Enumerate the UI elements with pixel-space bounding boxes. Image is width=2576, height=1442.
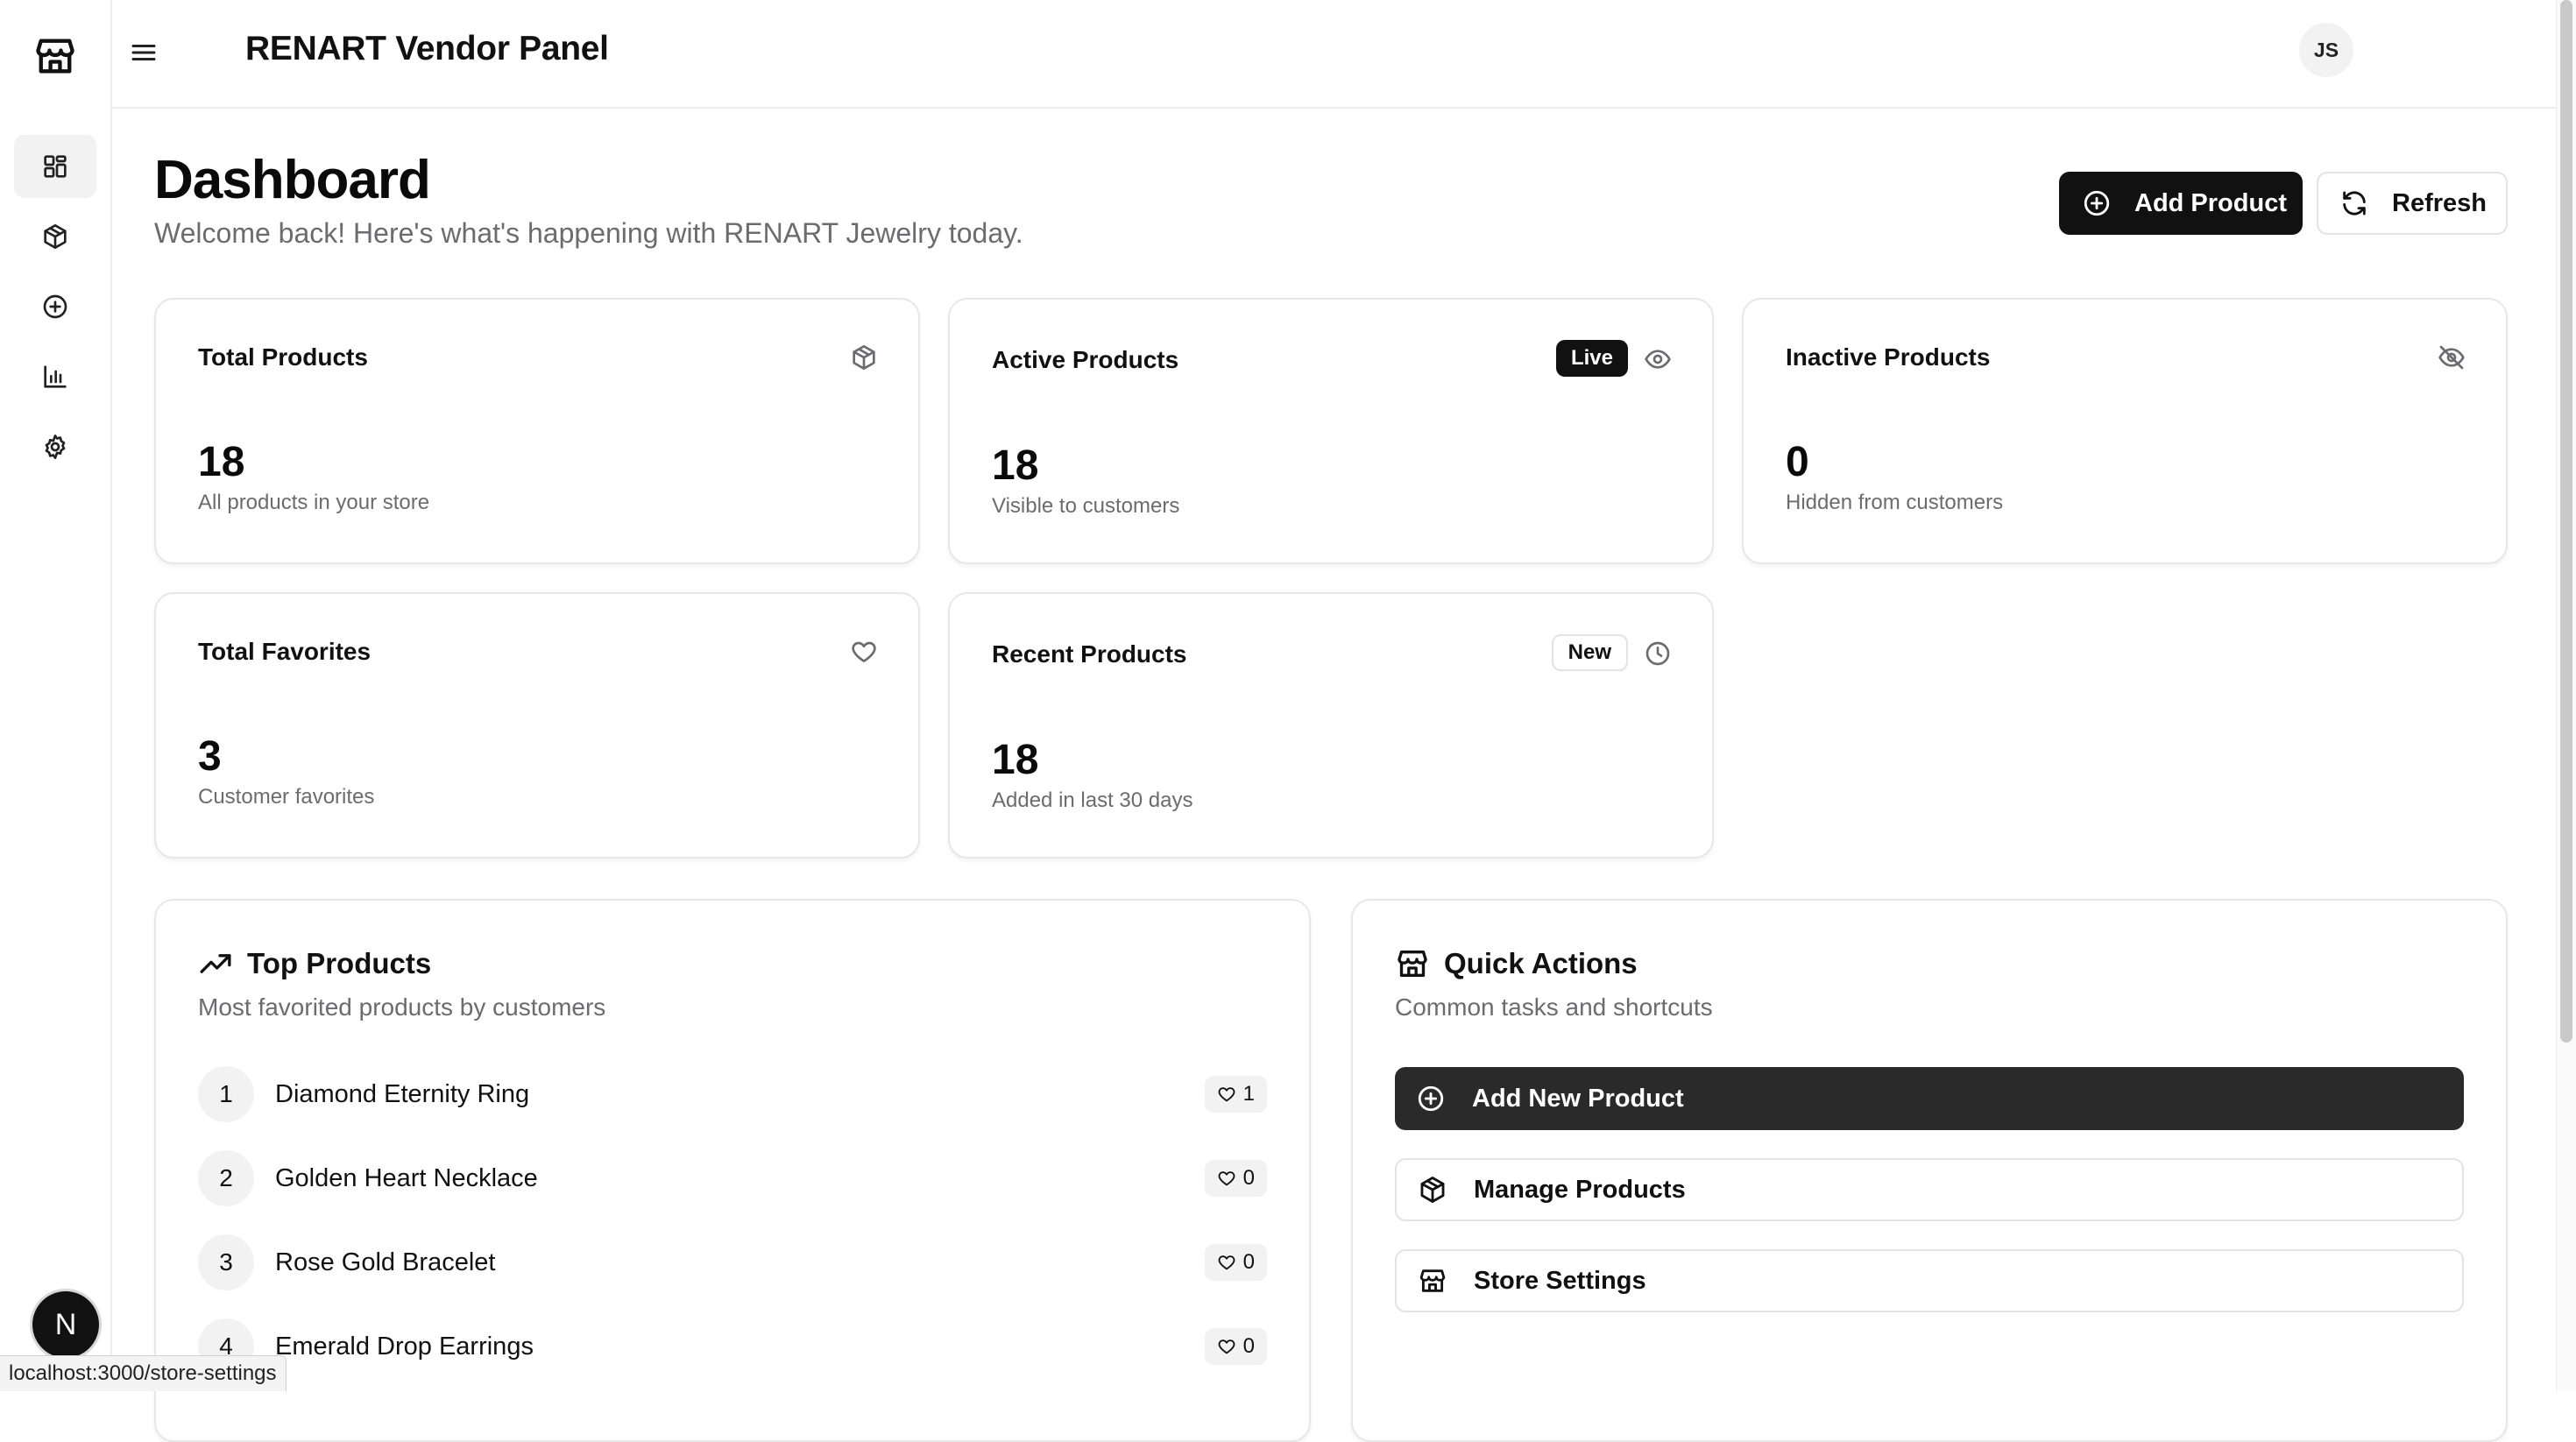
heart-icon [850, 638, 878, 666]
quick-actions-panel: Quick Actions Common tasks and shortcuts… [1351, 899, 2508, 1442]
store-settings-label: Store Settings [1474, 1266, 1646, 1295]
stat-card-inactive-products: Inactive Products 0 Hidden from customer… [1742, 298, 2508, 564]
refresh-label: Refresh [2392, 188, 2487, 217]
heart-icon [1218, 1255, 1235, 1270]
stat-description: Hidden from customers [1786, 491, 2004, 514]
favorites-count-badge: 0 [1204, 1328, 1267, 1365]
stat-value: 18 [992, 737, 1039, 783]
quick-actions-subtitle: Common tasks and shortcuts [1395, 993, 1713, 1021]
top-products-subtitle: Most favorited products by customers [198, 993, 606, 1021]
plus-circle-icon [43, 294, 67, 319]
heart-icon [1218, 1340, 1235, 1354]
stat-card-total-favorites: Total Favorites 3 Customer favorites [154, 592, 920, 859]
favorites-count-badge: 0 [1204, 1244, 1267, 1281]
clock-icon [1644, 640, 1672, 668]
product-name: Golden Heart Necklace [275, 1163, 538, 1192]
stat-value: 0 [1786, 439, 1809, 485]
stat-card-active-products: Active Products Live 18 Visible to custo… [948, 298, 1714, 564]
rank-badge: 3 [198, 1234, 254, 1290]
favorites-count-badge: 0 [1204, 1160, 1267, 1197]
product-name: Emerald Drop Earrings [275, 1332, 534, 1361]
sidebar: N [0, 0, 112, 1391]
sidebar-item-dashboard[interactable] [14, 135, 96, 198]
package-icon [44, 223, 67, 249]
user-avatar[interactable]: JS [2299, 23, 2353, 77]
stat-description: Added in last 30 days [992, 788, 1193, 812]
link-status-url: localhost:3000/store-settings [0, 1355, 287, 1391]
refresh-button[interactable]: Refresh [2317, 172, 2508, 235]
stat-title: Active Products [992, 346, 1179, 373]
list-item[interactable]: 2 Golden Heart Necklace 0 [198, 1149, 1267, 1207]
page-title: Dashboard [154, 150, 431, 210]
bar-chart-icon [44, 365, 67, 388]
store-icon [1398, 951, 1427, 977]
top-header: RENART Vendor Panel JS [112, 0, 2576, 109]
favorites-count: 1 [1242, 1082, 1255, 1106]
sidebar-item-products[interactable] [14, 205, 96, 268]
add-product-label: Add Product [2134, 188, 2287, 217]
list-item[interactable]: 3 Rose Gold Bracelet 0 [198, 1233, 1267, 1291]
rank-badge: 1 [198, 1066, 254, 1122]
eye-icon [1644, 345, 1672, 373]
live-badge: Live [1555, 340, 1628, 377]
manage-products-label: Manage Products [1474, 1175, 1686, 1204]
add-new-product-button[interactable]: Add New Product [1395, 1067, 2464, 1130]
quick-actions-title: Quick Actions [1444, 947, 1638, 979]
stat-card-recent-products: Recent Products New 18 Added in last 30 … [948, 592, 1714, 859]
stat-title: Recent Products [992, 640, 1187, 668]
page-subtitle: Welcome back! Here's what's happening wi… [154, 217, 1023, 249]
heart-icon [1218, 1087, 1235, 1102]
favorites-count-badge: 1 [1204, 1076, 1267, 1113]
add-product-button[interactable]: Add Product [2059, 172, 2303, 235]
stat-value: 3 [198, 733, 222, 780]
next-dev-badge[interactable]: N [32, 1291, 99, 1358]
favorites-count: 0 [1242, 1250, 1255, 1274]
stat-title: Inactive Products [1786, 343, 1991, 371]
plus-circle-icon [1418, 1085, 1444, 1112]
menu-toggle-button[interactable] [128, 37, 159, 68]
add-new-product-label: Add New Product [1472, 1084, 1684, 1113]
rank-badge: 2 [198, 1150, 254, 1206]
package-icon [1420, 1177, 1445, 1203]
manage-products-button[interactable]: Manage Products [1395, 1158, 2464, 1221]
store-settings-button[interactable]: Store Settings [1395, 1249, 2464, 1312]
next-dev-badge-label: N [54, 1307, 77, 1341]
heart-icon [1218, 1171, 1235, 1186]
list-item[interactable]: 1 Diamond Eternity Ring 1 [198, 1065, 1267, 1123]
scrollbar-thumb[interactable] [2560, 0, 2572, 1043]
stat-title: Total Products [198, 343, 368, 371]
sidebar-item-analytics[interactable] [14, 345, 96, 408]
product-name: Diamond Eternity Ring [275, 1079, 530, 1108]
list-item[interactable]: 4 Emerald Drop Earrings 0 [198, 1318, 1267, 1375]
sidebar-item-add-product[interactable] [14, 275, 96, 338]
favorites-count: 0 [1242, 1166, 1255, 1190]
eye-off-icon [2438, 343, 2466, 371]
stat-value: 18 [198, 439, 245, 485]
sidebar-item-settings[interactable] [14, 415, 96, 478]
top-products-heading: Top Products [198, 946, 431, 981]
hamburger-icon [131, 45, 156, 60]
new-badge: New [1551, 634, 1628, 671]
stat-value: 18 [992, 442, 1039, 489]
favorites-count: 0 [1242, 1334, 1255, 1358]
plus-circle-icon [2084, 190, 2110, 216]
store-logo-icon[interactable] [32, 33, 78, 79]
stat-description: Customer favorites [198, 785, 375, 809]
top-products-title: Top Products [247, 947, 432, 979]
product-name: Rose Gold Bracelet [275, 1248, 496, 1276]
store-icon [1419, 1269, 1446, 1292]
user-initials: JS [2313, 38, 2339, 61]
top-products-panel: Top Products Most favorited products by … [154, 899, 1311, 1442]
gear-icon [45, 435, 66, 459]
dashboard-icon [44, 155, 67, 178]
trending-up-icon [200, 954, 231, 973]
stat-title: Total Favorites [198, 638, 372, 665]
stat-description: Visible to customers [992, 494, 1180, 518]
stat-description: All products in your store [198, 491, 430, 514]
refresh-icon [2343, 191, 2366, 216]
stat-card-total-products: Total Products 18 All products in your s… [154, 298, 920, 564]
quick-actions-heading: Quick Actions [1395, 946, 1638, 981]
app-title: RENART Vendor Panel [245, 30, 609, 67]
package-icon [850, 343, 878, 371]
